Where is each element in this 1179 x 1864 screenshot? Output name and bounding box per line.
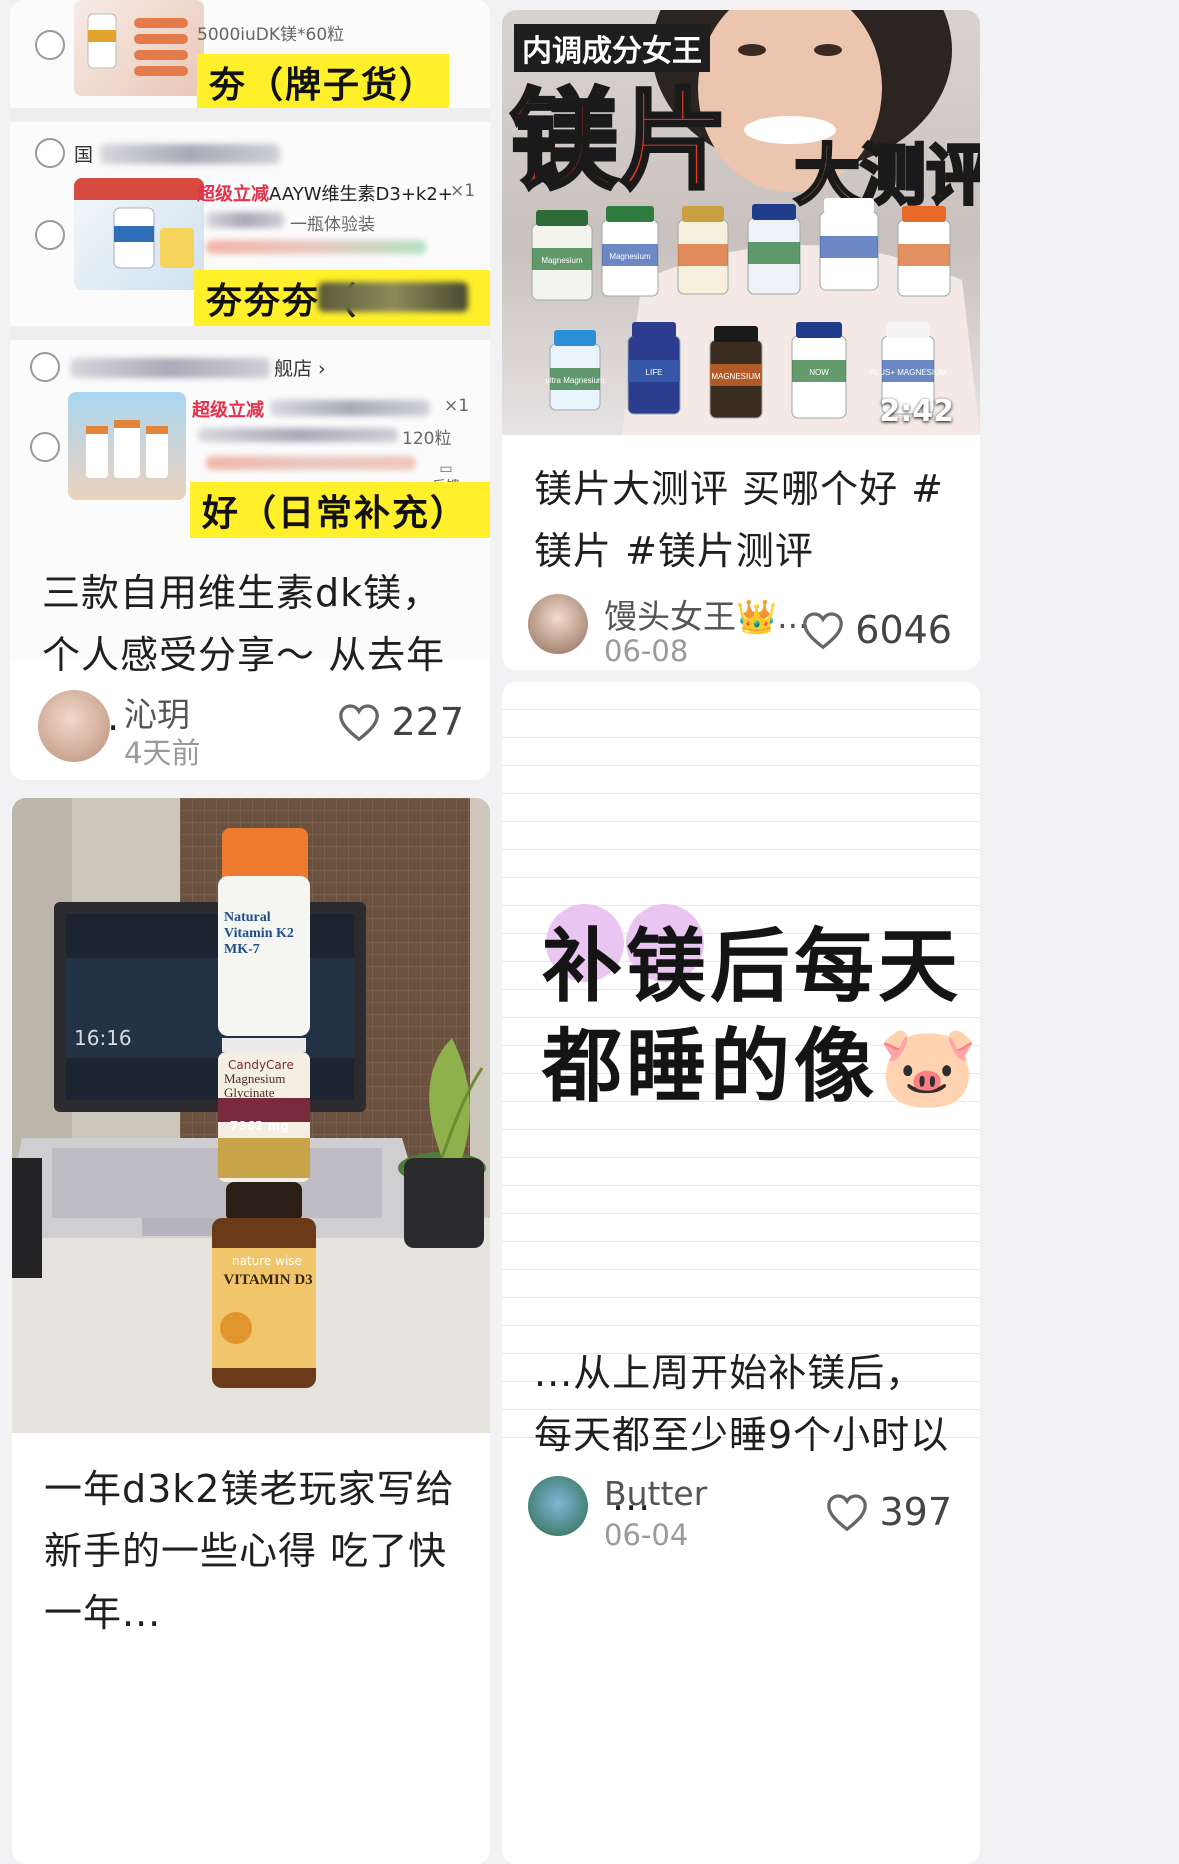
post-date: 4天前 <box>124 736 201 770</box>
blurred-spec <box>206 212 284 228</box>
row-divider <box>10 326 490 340</box>
supplement-bottle: MAGNESIUM <box>709 326 763 419</box>
note-card-4[interactable]: 补镁后每天 都睡的像🐷 ...从上周开始补镁后，每天都至少睡9个小时以上，...… <box>502 682 980 1864</box>
photo-cover[interactable]: 16:16 Natural Vitamin K2 MK-7 CandyCare … <box>12 798 490 1433</box>
heart-icon <box>339 704 380 742</box>
product-title: 超级立减AAYW维生素D3+k2+ <box>197 184 453 205</box>
note-card-3[interactable]: 16:16 Natural Vitamin K2 MK-7 CandyCare … <box>12 798 490 1864</box>
supplement-bottle <box>819 198 879 291</box>
product-spec: 一瓶体验装 <box>290 215 375 235</box>
blurred-spec <box>198 428 398 442</box>
blurred-price <box>206 456 416 470</box>
rating-label: 好（日常补充） <box>190 482 490 538</box>
supplement-bottle: NOW <box>791 322 847 419</box>
author-name[interactable]: 馒头女王👑... <box>604 590 809 638</box>
rating-label: 夯（牌子货） <box>197 54 450 110</box>
bottle-label: LIFE <box>646 368 663 377</box>
desk-photo <box>12 798 490 1433</box>
bottle-label: Magnesium <box>541 256 583 265</box>
bottle-brand-candycare: CandyCare <box>228 1058 294 1072</box>
like-button[interactable]: 6046 <box>801 608 952 652</box>
select-radio <box>35 138 65 168</box>
like-button[interactable]: 397 <box>825 1490 952 1534</box>
like-count: 6046 <box>855 608 952 652</box>
bottle-label: NOW <box>809 368 829 377</box>
author-avatar[interactable] <box>528 1476 588 1536</box>
like-count: 397 <box>879 1490 952 1534</box>
supplement-bottles: Magnesium Magnesium ultra Magnesium LIFE MAG… <box>531 198 951 419</box>
author-name[interactable]: Butter <box>604 1474 707 1513</box>
supplement-bottle: LIFE <box>627 322 681 415</box>
like-count: 227 <box>391 700 464 744</box>
store-name: 舰店 › <box>274 358 326 380</box>
note-card-2[interactable]: 内调成分女王 镁片 大测评 Magnesium Magnesium ultra Ma… <box>502 10 980 670</box>
blurred-price <box>206 240 426 254</box>
author-avatar[interactable] <box>528 594 588 654</box>
cover-line-2: 都睡的像🐷 <box>542 1020 980 1113</box>
video-cover[interactable]: 内调成分女王 镁片 大测评 Magnesium Magnesium ultra Ma… <box>502 10 980 435</box>
product-thumbnail <box>74 178 204 290</box>
supplement-bottle <box>897 206 951 297</box>
bottle-label: MAGNESIUM <box>711 372 761 381</box>
note-title[interactable]: 一年d3k2镁老玩家写给新手的一些心得 吃了快一年... <box>44 1458 462 1644</box>
select-radio <box>35 30 65 60</box>
bottle-label-k2: Natural Vitamin K2 MK-7 <box>224 910 294 957</box>
supplement-bottle <box>747 204 801 295</box>
author-avatar[interactable] <box>38 690 110 762</box>
supplement-bottle: ultra Magnesium <box>545 330 605 411</box>
heart-icon <box>827 1494 868 1532</box>
bottle-label: Magnesium <box>609 252 651 261</box>
bottle-label: PLUS+ MAGNESIUM <box>869 368 946 377</box>
bottle-brand-naturewise: nature wise <box>232 1254 302 1268</box>
note-title[interactable]: 镁片大测评 买哪个好 #镁片 #镁片测评 <box>534 458 952 582</box>
product-spec: 5000iuDK镁*60粒 <box>197 25 345 45</box>
video-duration: 2:42 <box>879 394 954 429</box>
blurred-store-name <box>100 144 280 164</box>
heart-icon <box>803 612 844 650</box>
supplement-bottle: Magnesium <box>531 210 593 301</box>
select-radio <box>35 220 65 250</box>
blurred-product-name <box>270 400 430 416</box>
select-radio <box>30 432 60 462</box>
quantity: ×1 <box>444 396 470 416</box>
author-name[interactable]: 沁玥 <box>124 688 190 736</box>
blurred-store-name <box>70 358 270 378</box>
bottle-label-magnesium: Magnesium Glycinate <box>224 1071 286 1100</box>
post-date: 06-04 <box>604 1518 689 1552</box>
bottle-dose: 7962 mg <box>230 1119 289 1133</box>
product-thumbnail <box>68 392 186 500</box>
quantity: ×1 <box>450 181 476 201</box>
bottle-label-d3: VITAMIN D3 <box>223 1272 313 1288</box>
cover-screenshot: 5000iuDK镁*60粒 夯（牌子货） 国 超级立减AAYW维生素D3+k2+… <box>10 0 490 660</box>
like-button[interactable]: 227 <box>337 700 464 744</box>
product-title: 超级立减 <box>192 400 264 421</box>
supplement-bottle <box>677 206 729 295</box>
cover-line-1: 补镁后每天 <box>542 920 962 1013</box>
post-date: 06-08 <box>604 634 689 668</box>
product-spec: 120粒 <box>402 429 452 449</box>
note-card-1[interactable]: 5000iuDK镁*60粒 夯（牌子货） 国 超级立减AAYW维生素D3+k2+… <box>10 0 490 780</box>
blurred-label <box>318 282 468 312</box>
product-thumbnail <box>74 0 204 96</box>
supplement-bottle: Magnesium <box>601 206 659 297</box>
row-divider <box>10 108 490 122</box>
select-radio <box>30 352 60 382</box>
laptop-clock: 16:16 <box>74 1026 132 1050</box>
bottle-label: ultra Magnesium <box>545 376 604 385</box>
store-name: 国 <box>74 144 94 166</box>
